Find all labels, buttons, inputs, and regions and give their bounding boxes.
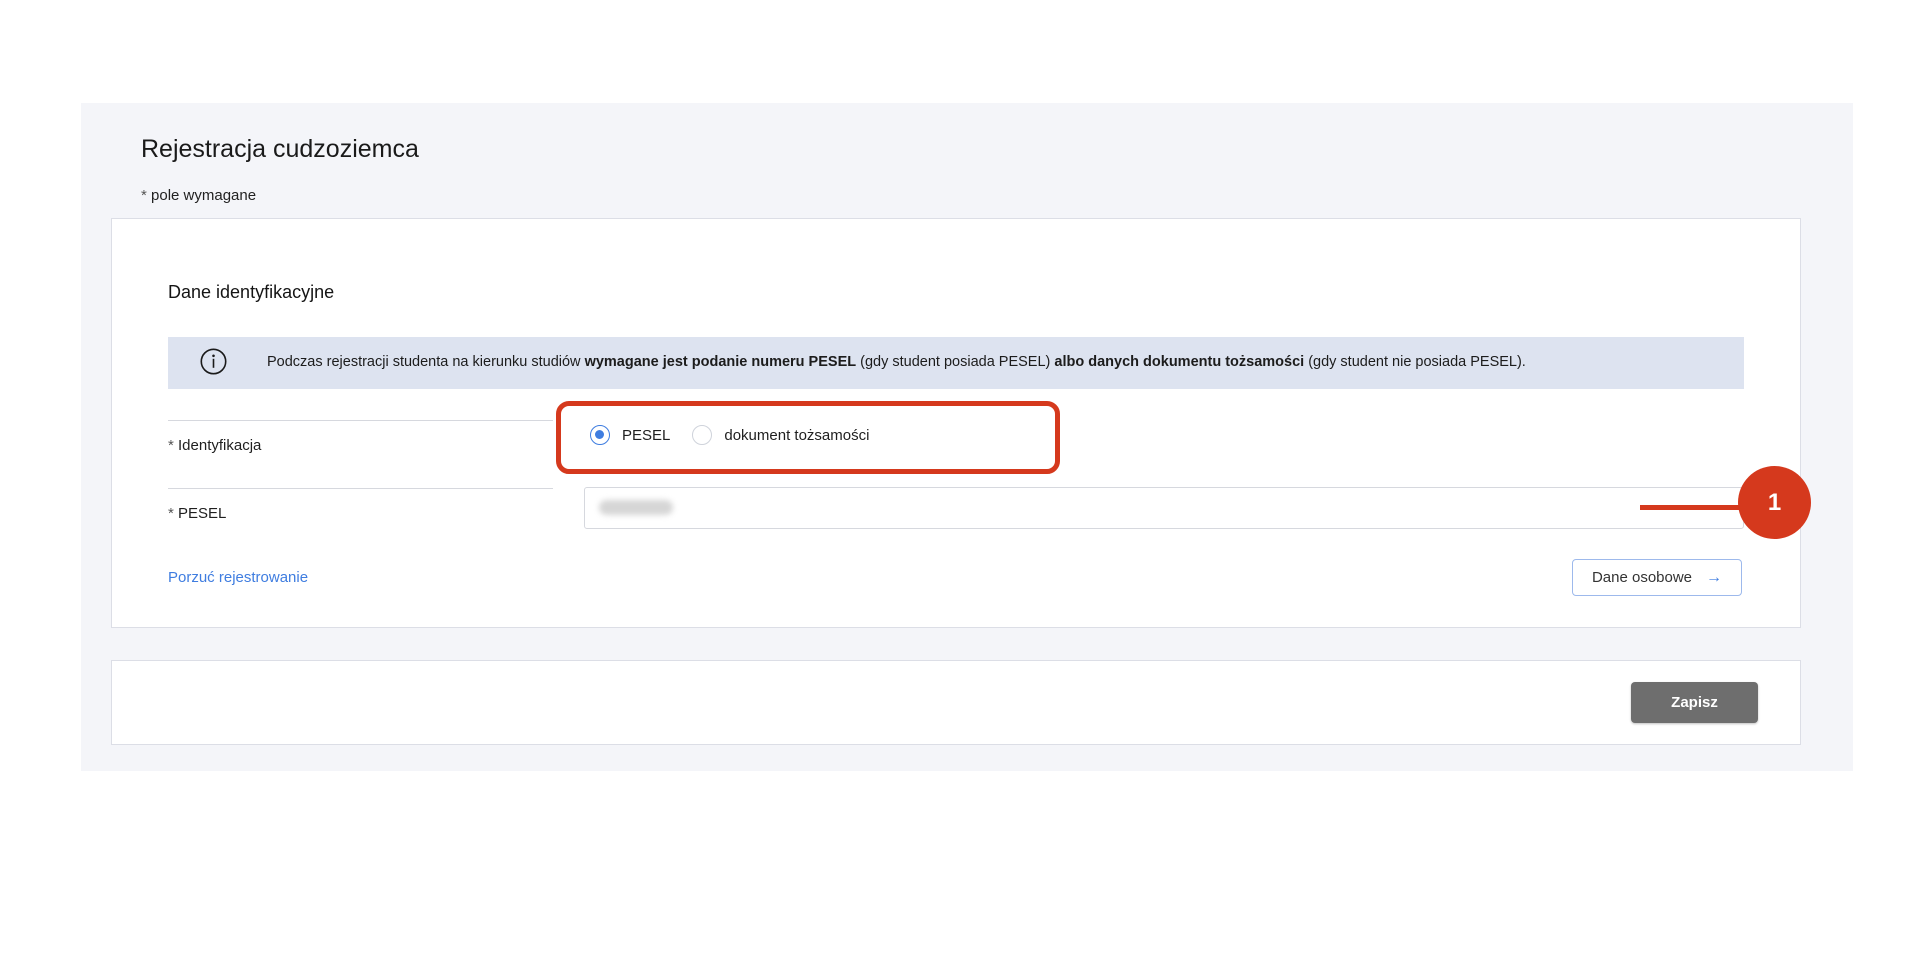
page-title: Rejestracja cudzoziemca xyxy=(141,135,419,163)
info-text-part-1: Podczas rejestracji studenta na kierunku… xyxy=(267,354,585,370)
info-circle-icon xyxy=(200,348,227,375)
info-banner: Podczas rejestracji studenta na kierunku… xyxy=(168,337,1744,389)
identification-asterisk: * xyxy=(168,437,174,454)
pesel-input[interactable] xyxy=(584,487,1744,529)
next-button-label: Dane osobowe xyxy=(1591,569,1693,586)
info-bold-pesel: wymagane jest podanie numeru PESEL xyxy=(584,354,857,370)
identification-label: * Identyfikacja xyxy=(168,437,261,454)
pesel-label: * PESEL xyxy=(168,505,226,522)
required-note-text: pole wymagane xyxy=(151,187,257,204)
annotation-pointer-line xyxy=(1640,505,1750,510)
personal-data-next-button[interactable]: Dane osobowe → xyxy=(1572,559,1742,596)
pesel-label-text: PESEL xyxy=(178,505,227,522)
info-bold-document: albo danych dokumentu tożsamości xyxy=(1054,354,1305,370)
info-text-part-2: (gdy student posiada PESEL) xyxy=(856,354,1055,370)
required-asterisk: * xyxy=(141,187,147,204)
row-divider-identification xyxy=(168,420,553,421)
annotation-highlight-box xyxy=(556,401,1060,474)
arrow-right-icon: → xyxy=(1706,568,1723,586)
identification-label-text: Identyfikacja xyxy=(178,437,262,454)
section-title: Dane identyfikacyjne xyxy=(168,282,335,302)
pesel-value-blurred xyxy=(599,500,673,515)
info-text: Podczas rejestracji studenta na kierunku… xyxy=(267,354,1526,370)
abandon-registration-link[interactable]: Porzuć rejestrowanie xyxy=(168,569,308,586)
annotation-badge: 1 xyxy=(1738,466,1811,539)
save-button[interactable]: Zapisz xyxy=(1631,682,1758,723)
row-divider-pesel xyxy=(168,488,553,489)
required-note: * pole wymagane xyxy=(141,187,256,204)
pesel-asterisk: * xyxy=(168,505,174,522)
actions-card xyxy=(111,660,1801,745)
info-text-part-3: (gdy student nie posiada PESEL). xyxy=(1304,354,1526,370)
